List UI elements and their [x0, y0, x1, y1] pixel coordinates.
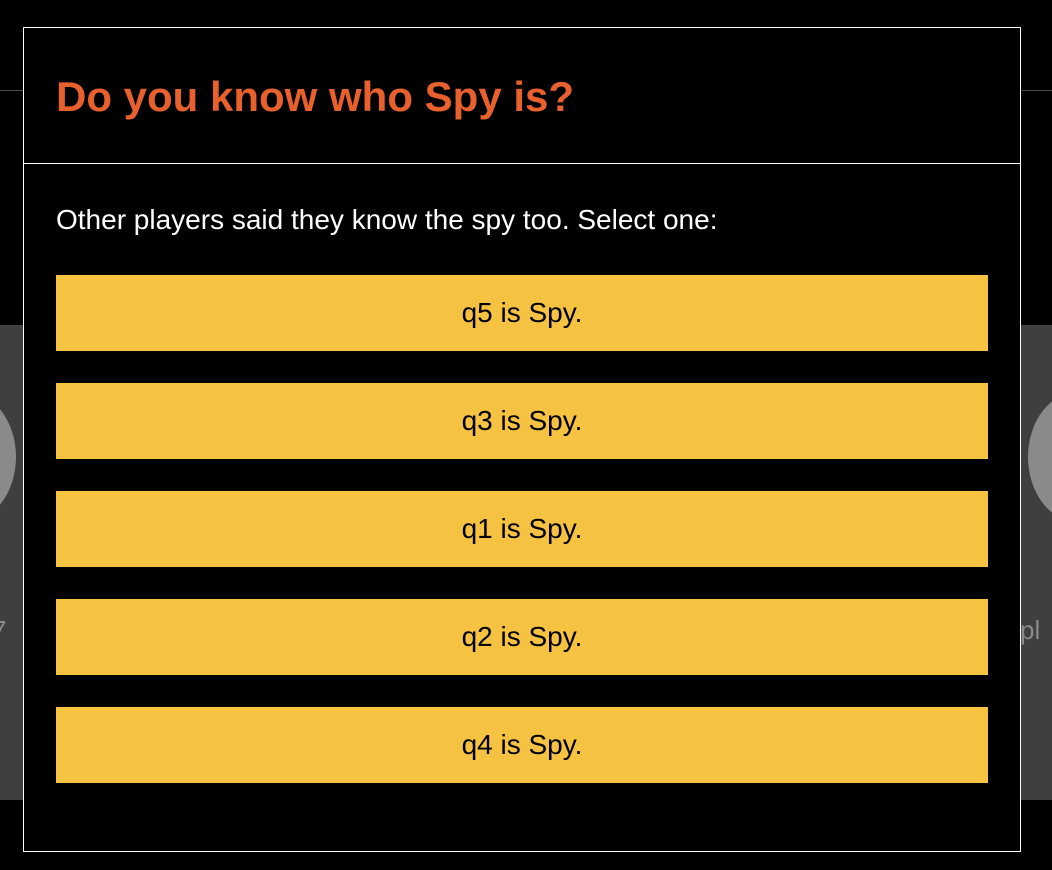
- screen: 7 pl Do you know who Spy is? Other playe…: [0, 0, 1052, 870]
- spy-option-button-q2[interactable]: q2 is Spy.: [56, 599, 988, 675]
- spy-options-list: q5 is Spy. q3 is Spy. q1 is Spy. q2 is S…: [56, 275, 988, 783]
- spy-option-button-q4[interactable]: q4 is Spy.: [56, 707, 988, 783]
- spy-option-button-q1[interactable]: q1 is Spy.: [56, 491, 988, 567]
- spy-option-button-q3[interactable]: q3 is Spy.: [56, 383, 988, 459]
- dialog-title: Do you know who Spy is?: [56, 72, 575, 120]
- dialog-prompt: Other players said they know the spy too…: [56, 204, 718, 235]
- background-player-name-right: pl: [1020, 615, 1041, 645]
- dialog-body: Other players said they know the spy too…: [24, 164, 1020, 783]
- background-player-name-left: 7: [0, 612, 6, 648]
- dialog-header: Do you know who Spy is?: [24, 28, 1020, 164]
- spy-guess-dialog: Do you know who Spy is? Other players sa…: [23, 27, 1021, 852]
- spy-option-button-q5[interactable]: q5 is Spy.: [56, 275, 988, 351]
